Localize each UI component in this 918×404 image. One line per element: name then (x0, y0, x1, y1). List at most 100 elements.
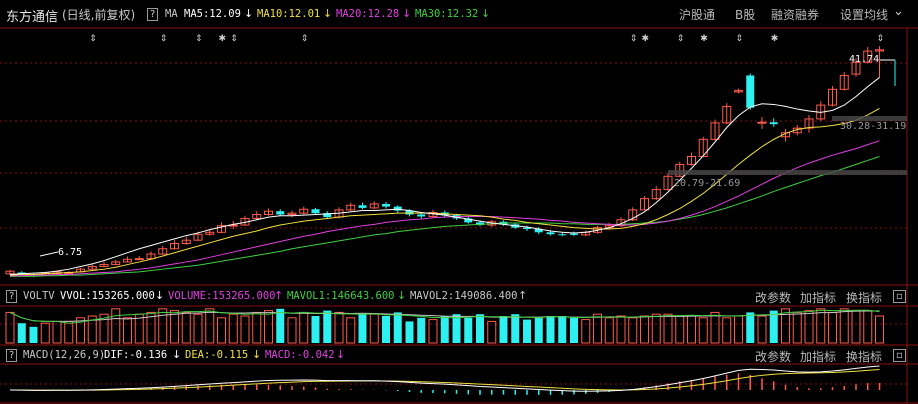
volume-bar (499, 316, 508, 343)
volume-bar (476, 314, 484, 343)
volume-bar (440, 316, 449, 343)
event-marker-icon: ✱ (642, 34, 650, 44)
volume-bar (428, 319, 438, 344)
event-marker-icon: ⇕ (677, 34, 685, 44)
event-markers: ⇕ ⇕ ⇕ ✱ ⇕ ⇕ ⇕ ✱ ⇕ ✱ ⇕ ✱ ⇕ (89, 34, 884, 44)
event-marker-icon: ⇕ (195, 34, 203, 44)
volume-bar (405, 321, 414, 343)
volume-bar (523, 319, 531, 343)
volume-bar (663, 313, 673, 344)
volume-bar (546, 316, 555, 343)
volume-bar (534, 317, 543, 343)
event-marker-icon: ✱ (771, 34, 779, 44)
volume-bar (452, 314, 461, 343)
volume-bar (558, 316, 567, 343)
volume-bar (334, 311, 344, 344)
volume-bar (382, 316, 390, 343)
candle-body (276, 211, 285, 215)
low-label: 6.75 (58, 247, 82, 258)
volume-bar (52, 320, 62, 344)
volume-bar (593, 313, 602, 344)
ma10-line (9, 107, 880, 276)
volume-bar (464, 317, 473, 343)
volume-bar (181, 311, 191, 344)
volume-bar (123, 317, 132, 344)
volume-bar (487, 320, 497, 344)
volume-bar (734, 315, 743, 344)
volume-bar (710, 311, 720, 344)
volume-bar (628, 317, 638, 344)
range-lower-band (668, 170, 907, 175)
volume-bar (40, 322, 50, 344)
volume-bar (651, 313, 661, 344)
volume-bar (276, 308, 285, 343)
volume-bar (757, 315, 767, 344)
volume-bar (64, 320, 74, 344)
candle-body (769, 122, 778, 125)
volume-bar (570, 317, 578, 343)
volume-bar (193, 313, 203, 344)
volume-bar (816, 308, 826, 344)
volume-bar (158, 308, 168, 344)
volume-bar (604, 317, 614, 344)
volume-bar (111, 308, 121, 344)
volume-bar (687, 315, 696, 344)
range-lower-label: 20.79-21.69 (674, 178, 740, 189)
volume-bar (358, 314, 367, 343)
candle-body (358, 205, 367, 208)
volume-bar (746, 312, 755, 343)
event-marker-icon: ⇕ (301, 34, 309, 44)
candle-body (134, 258, 144, 261)
volume-bar (240, 315, 250, 344)
candle-body (558, 234, 567, 236)
volume-bar (698, 317, 708, 344)
event-marker-icon: ⇕ (230, 34, 238, 44)
volume-bar (217, 317, 226, 344)
volume-bar (29, 326, 38, 343)
price-annotations (39, 59, 907, 257)
event-marker-icon: ✱ (219, 34, 227, 44)
dif-line (9, 365, 880, 392)
volume-bar (792, 311, 802, 344)
volume-bar (5, 311, 15, 344)
high-label: 41.74 (849, 54, 879, 65)
ma20-line (10, 140, 880, 277)
volume-bar (417, 317, 426, 343)
candle-body (417, 214, 426, 217)
candle-body (570, 233, 578, 235)
volume-bar (863, 310, 873, 344)
candle-body (382, 203, 390, 207)
volume-bars (5, 308, 884, 344)
low-pointer (39, 251, 59, 257)
event-marker-icon: ✱ (700, 34, 708, 44)
candles (5, 46, 884, 277)
event-marker-icon: ⇕ (630, 34, 638, 44)
event-marker-icon: ⇕ (89, 34, 97, 44)
volume-bar (252, 311, 262, 344)
volume-bar (675, 315, 685, 344)
volume-bar (228, 313, 238, 344)
event-marker-icon: ⇕ (877, 34, 885, 44)
candle-body (546, 232, 555, 235)
macd-lines (9, 365, 881, 395)
volume-bar (287, 317, 297, 344)
event-marker-icon: ⇕ (736, 34, 744, 44)
range-upper-label: 30.28-31.19 (840, 121, 906, 132)
volume-bar (369, 313, 379, 344)
volume-bar (205, 308, 215, 344)
kline-chart[interactable]: ⇕ ⇕ ⇕ ✱ ⇕ ⇕ ⇕ ✱ ⇕ ✱ ⇕ ✱ ⇕ 41.74 6.75 30.28-31.19 20.… (0, 0, 918, 404)
volume-bar (875, 315, 884, 344)
dea-line (9, 369, 880, 391)
volume-bar (264, 310, 273, 344)
volume-bar (311, 316, 320, 343)
volume-bar (299, 311, 309, 344)
volume-bar (17, 323, 26, 343)
event-marker-icon: ⇕ (160, 34, 168, 44)
volume-bar (640, 315, 649, 344)
candle-body (746, 75, 755, 108)
volume-bar (828, 311, 837, 344)
volume-bar (170, 310, 179, 344)
volume-bar (839, 308, 849, 344)
volume-bar (804, 310, 814, 344)
volume-bar (616, 315, 626, 344)
